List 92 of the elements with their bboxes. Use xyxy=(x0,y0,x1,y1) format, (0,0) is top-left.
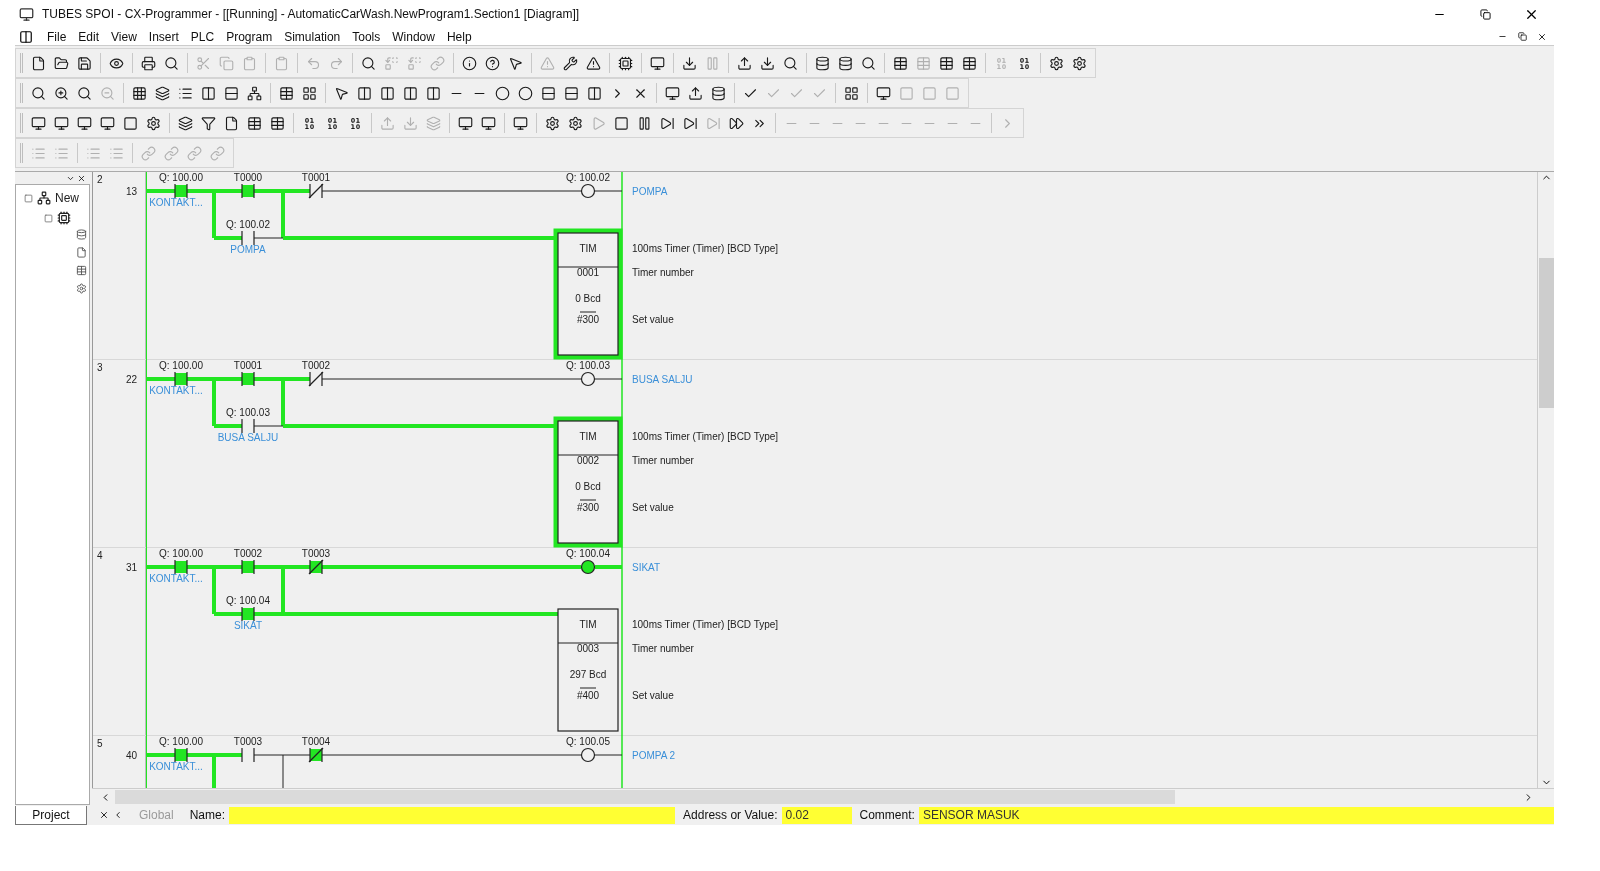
timer-number: 0001 xyxy=(576,267,600,278)
menu-item[interactable]: File xyxy=(41,27,73,46)
coil-comment: BUSA SALJU xyxy=(632,374,693,385)
timer-name: TIM xyxy=(579,619,597,630)
address-label: T0001 xyxy=(233,360,263,371)
address-field[interactable]: 0.02 xyxy=(781,806,852,824)
set-value-label: Set value xyxy=(632,314,674,325)
menu-item[interactable]: Program xyxy=(220,27,279,46)
close-icon[interactable] xyxy=(1537,31,1547,42)
comment-label: POMPA xyxy=(230,244,266,255)
menu-item[interactable]: PLC xyxy=(184,27,221,46)
restore-icon[interactable] xyxy=(1517,32,1527,41)
set-value-label: Set value xyxy=(632,690,674,701)
menu-item[interactable]: Help xyxy=(440,27,478,46)
tree-item[interactable]: New xyxy=(55,189,79,207)
address-label: Q: 100.03 xyxy=(566,360,610,371)
comment-label: KONTAKT... xyxy=(149,385,203,396)
coil-comment: SIKAT xyxy=(632,562,661,573)
address-label: T0000 xyxy=(233,172,263,183)
menu-item[interactable]: Edit xyxy=(72,27,106,46)
comment-label: BUSA SALJU xyxy=(217,432,279,443)
step-number: 13 xyxy=(125,185,137,199)
timer-description: 100ms Timer (Timer) [BCD Type] xyxy=(632,243,779,254)
rung-number: 4 xyxy=(97,549,103,563)
timer-number-label: Timer number xyxy=(632,455,694,466)
document-icon xyxy=(19,29,33,44)
project-tab[interactable]: Project xyxy=(15,805,87,825)
app-icon xyxy=(19,6,34,22)
timer-description: 100ms Timer (Timer) [BCD Type] xyxy=(632,619,779,630)
coil-comment: POMPA xyxy=(632,186,668,197)
timer-number: 0003 xyxy=(576,643,600,654)
timer-set-value: #300 xyxy=(576,502,600,513)
set-value-label: Set value xyxy=(632,502,674,513)
address-label: Q: 100.04 xyxy=(566,548,610,559)
settings-icon xyxy=(76,283,87,294)
address-label: Q: 100.05 xyxy=(566,736,610,747)
address-label: Q: 100.02 xyxy=(226,219,270,230)
name-field[interactable] xyxy=(229,806,676,824)
rung-number: 5 xyxy=(97,737,103,751)
restore-icon[interactable] xyxy=(1479,8,1491,20)
window-title: TUBES SPOI - CX-Programmer - [[Running] - AutomaticCarWash.NewProgram1.Section1 [Diagram]] xyxy=(42,6,580,23)
address-label: Q: 100.03 xyxy=(226,407,270,418)
address-label: Q: 100.00 xyxy=(159,172,203,183)
comment-label: Comment: xyxy=(859,807,915,824)
timer-present-value: 0 Bcd xyxy=(575,481,601,492)
close-icon[interactable] xyxy=(99,810,109,820)
menu-item[interactable]: Insert xyxy=(142,27,185,46)
timer-number-label: Timer number xyxy=(632,267,694,278)
timer-set-value: #300 xyxy=(576,314,600,325)
step-number: 31 xyxy=(125,561,137,575)
coil-comment: POMPA 2 xyxy=(632,750,676,761)
address-label: Q: 100.02 xyxy=(566,172,610,183)
address-label: Q: 100.00 xyxy=(159,548,203,559)
scrollbar-thumb[interactable] xyxy=(1538,258,1554,408)
comment-field[interactable]: SENSOR MASUK xyxy=(918,806,1554,824)
comment-label: SIKAT xyxy=(233,620,263,631)
timer-name: TIM xyxy=(579,431,597,442)
comment-label: KONTAKT... xyxy=(149,573,203,584)
address-label: T0004 xyxy=(301,736,331,747)
address-label: T0002 xyxy=(233,548,263,559)
network-icon xyxy=(37,191,51,205)
step-number: 40 xyxy=(125,749,137,763)
address-label: T0002 xyxy=(301,360,331,371)
rung-number: 2 xyxy=(97,173,103,187)
name-label: Name: xyxy=(189,807,226,824)
comment-label: KONTAKT... xyxy=(149,761,203,772)
timer-set-value: #400 xyxy=(576,690,600,701)
menu-item[interactable]: View xyxy=(105,27,143,46)
address-label: Q: 100.04 xyxy=(226,595,270,606)
timer-present-value: 297 Bcd xyxy=(569,669,607,680)
address-label: T0001 xyxy=(301,172,331,183)
address-label: Q: 100.00 xyxy=(159,736,203,747)
file-icon xyxy=(76,247,87,258)
menu-item[interactable]: Tools xyxy=(346,27,387,46)
timer-number: 0002 xyxy=(576,455,600,466)
menu-item[interactable]: Simulation xyxy=(278,27,347,46)
table-icon xyxy=(76,265,87,276)
close-icon[interactable] xyxy=(77,173,86,183)
scrollbar-thumb[interactable] xyxy=(115,790,1175,804)
rung-number: 3 xyxy=(97,361,103,375)
address-label: Address or Value: xyxy=(683,807,778,824)
timer-number-label: Timer number xyxy=(632,643,694,654)
address-label: Q: 100.00 xyxy=(159,360,203,371)
timer-name: TIM xyxy=(579,243,597,254)
menu-item[interactable]: Window xyxy=(386,27,441,46)
plc-icon xyxy=(57,211,71,225)
address-label: T0003 xyxy=(233,736,263,747)
address-label: T0003 xyxy=(301,548,331,559)
comment-label: KONTAKT... xyxy=(149,197,203,208)
step-number: 22 xyxy=(125,373,137,387)
timer-present-value: 0 Bcd xyxy=(575,293,601,304)
timer-description: 100ms Timer (Timer) [BCD Type] xyxy=(632,431,779,442)
